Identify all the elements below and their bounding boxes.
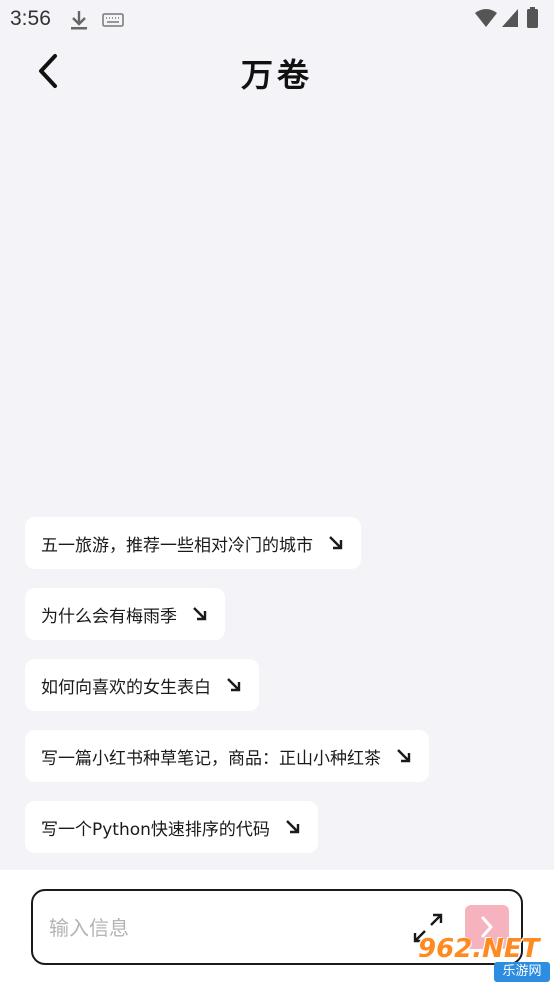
suggestion-label: 写一个Python快速排序的代码 — [41, 819, 270, 840]
suggestion-chip[interactable]: 五一旅游，推荐一些相对冷门的城市 — [25, 517, 361, 569]
message-input[interactable] — [49, 911, 389, 945]
arrow-down-right-icon — [395, 747, 413, 765]
suggestion-chip[interactable]: 为什么会有梅雨季 — [25, 588, 225, 640]
suggestion-list: 五一旅游，推荐一些相对冷门的城市 为什么会有梅雨季 如何向喜欢的女生表白 写一篇… — [25, 517, 535, 872]
suggestion-chip[interactable]: 如何向喜欢的女生表白 — [25, 659, 259, 711]
watermark: 962.NET 乐游网 — [412, 932, 554, 984]
arrow-down-right-icon — [191, 605, 209, 623]
arrow-down-right-icon — [327, 534, 345, 552]
suggestion-chip[interactable]: 写一个Python快速排序的代码 — [25, 801, 318, 853]
page-title: 万卷 — [240, 56, 313, 94]
signal-icon — [501, 8, 519, 32]
suggestion-label: 五一旅游，推荐一些相对冷门的城市 — [41, 535, 313, 556]
arrow-down-right-icon — [284, 818, 302, 836]
watermark-logo-text: 962.NET — [418, 934, 540, 964]
keyboard-icon — [102, 12, 124, 31]
suggestion-label: 写一篇小红书种草笔记，商品：正山小种红茶 — [41, 748, 381, 769]
screen: 3:56 万卷 五一旅游，推荐一些相对冷门的城市 为什么会有梅雨季 如何向喜欢的… — [0, 0, 554, 984]
download-icon — [68, 9, 90, 35]
header: 万卷 — [0, 38, 554, 108]
suggestion-label: 如何向喜欢的女生表白 — [41, 677, 211, 698]
suggestion-chip[interactable]: 写一篇小红书种草笔记，商品：正山小种红茶 — [25, 730, 429, 782]
watermark-site-name: 乐游网 — [494, 962, 550, 982]
arrow-down-right-icon — [225, 676, 243, 694]
suggestion-label: 为什么会有梅雨季 — [41, 606, 177, 627]
status-time: 3:56 — [10, 7, 51, 30]
battery-icon — [526, 7, 539, 33]
status-bar: 3:56 — [0, 0, 554, 38]
wifi-icon — [474, 8, 498, 32]
